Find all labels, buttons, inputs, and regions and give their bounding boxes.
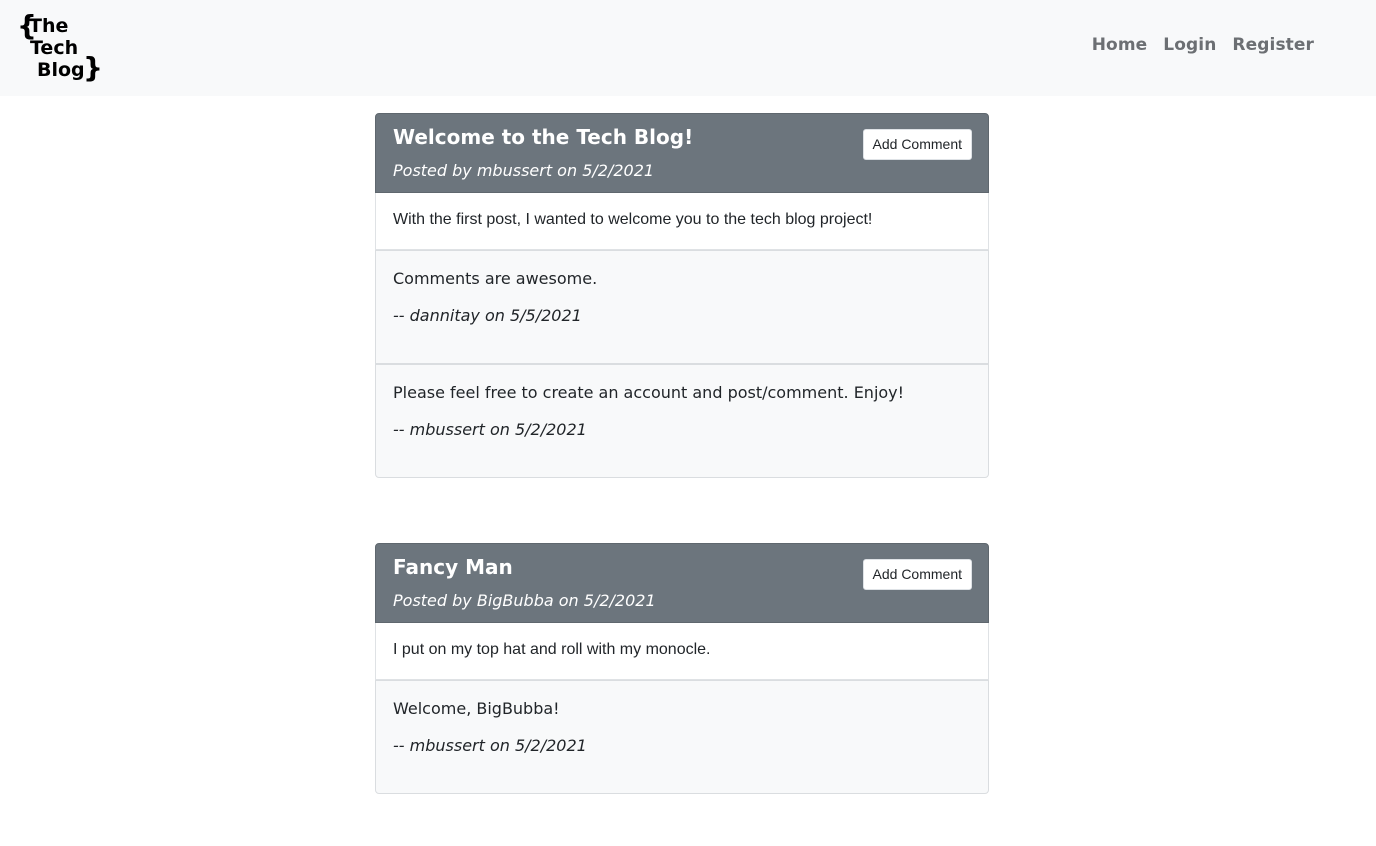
comment-card: Please feel free to create an account an… xyxy=(375,364,989,478)
comment-text: Welcome, BigBubba! xyxy=(393,699,560,718)
comment-text: Comments are awesome. xyxy=(393,269,598,288)
add-comment-button[interactable]: Add Comment xyxy=(862,129,972,160)
nav-links: Home Login Register xyxy=(1084,35,1322,55)
post-body: With the first post, I wanted to welcome… xyxy=(375,193,989,250)
navbar: { The Tech Blog } Home Login Register xyxy=(0,0,1376,96)
post-body: I put on my top hat and roll with my mon… xyxy=(375,623,989,680)
nav-link-login[interactable]: Login xyxy=(1155,35,1224,55)
logo-word-tech: Tech xyxy=(30,37,79,59)
post-meta: Posted by BigBubba on 5/2/2021 xyxy=(393,591,656,610)
post-header: Fancy Man Posted by BigBubba on 5/2/2021… xyxy=(375,543,989,623)
nav-link-home[interactable]: Home xyxy=(1084,35,1156,55)
comment-card: Welcome, BigBubba! -- mbussert on 5/2/20… xyxy=(375,680,989,794)
comment-author: -- mbussert on 5/2/2021 xyxy=(393,420,587,439)
post-card: Fancy Man Posted by BigBubba on 5/2/2021… xyxy=(375,543,989,794)
comment-author: -- mbussert on 5/2/2021 xyxy=(393,736,587,755)
post-title: Welcome to the Tech Blog! xyxy=(393,125,694,149)
logo-word-the: The xyxy=(29,15,69,37)
logo-word-blog: Blog xyxy=(37,59,85,81)
site-logo[interactable]: { The Tech Blog } xyxy=(17,12,103,84)
logo-brace-right: } xyxy=(83,51,103,84)
post-header: Welcome to the Tech Blog! Posted by mbus… xyxy=(375,113,989,193)
add-comment-button[interactable]: Add Comment xyxy=(862,559,972,590)
comment-author: -- dannitay on 5/5/2021 xyxy=(393,306,582,325)
nav-link-register[interactable]: Register xyxy=(1224,35,1322,55)
comment-text: Please feel free to create an account an… xyxy=(393,383,905,402)
comment-card: Comments are awesome. -- dannitay on 5/5… xyxy=(375,250,989,364)
post-meta: Posted by mbussert on 5/2/2021 xyxy=(393,161,655,180)
post-card: Welcome to the Tech Blog! Posted by mbus… xyxy=(375,113,989,478)
post-title: Fancy Man xyxy=(393,555,513,579)
